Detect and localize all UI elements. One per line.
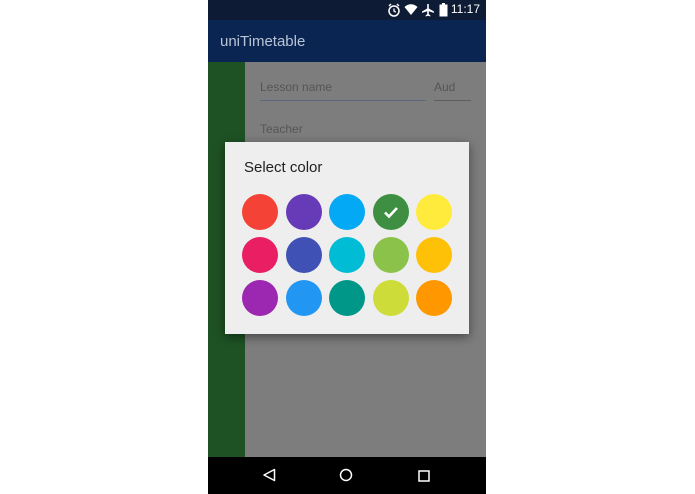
color-swatch[interactable] (329, 194, 365, 230)
color-swatch[interactable] (372, 237, 409, 273)
color-swatch[interactable] (416, 280, 452, 316)
color-swatch[interactable] (285, 194, 322, 230)
color-swatch[interactable] (242, 280, 278, 316)
dialog-title: Select color (244, 159, 323, 176)
home-icon[interactable] (339, 468, 353, 487)
status-time: 11:17 (450, 2, 480, 16)
select-color-dialog: Select color (225, 142, 469, 334)
app-title: uniTimetable (220, 33, 306, 50)
color-swatch[interactable] (242, 237, 278, 273)
color-swatch[interactable] (372, 280, 409, 316)
check-icon (383, 207, 398, 219)
color-swatch[interactable] (329, 237, 365, 273)
back-icon[interactable] (262, 468, 276, 487)
color-swatch[interactable] (416, 194, 452, 230)
aud-input[interactable]: Aud (434, 80, 471, 101)
color-swatch-selected[interactable] (372, 194, 409, 230)
teacher-input[interactable]: Teacher (260, 122, 303, 136)
color-swatch[interactable] (242, 194, 278, 230)
color-swatch[interactable] (329, 280, 365, 316)
color-swatch[interactable] (285, 280, 322, 316)
recents-icon[interactable] (418, 469, 430, 487)
navigation-bar (208, 457, 486, 494)
color-swatch[interactable] (285, 237, 322, 273)
lesson-name-input[interactable]: Lesson name (260, 80, 426, 101)
app-bar: uniTimetable (208, 20, 486, 62)
status-bar: 11:17 (208, 0, 486, 20)
color-swatch[interactable] (416, 237, 452, 273)
